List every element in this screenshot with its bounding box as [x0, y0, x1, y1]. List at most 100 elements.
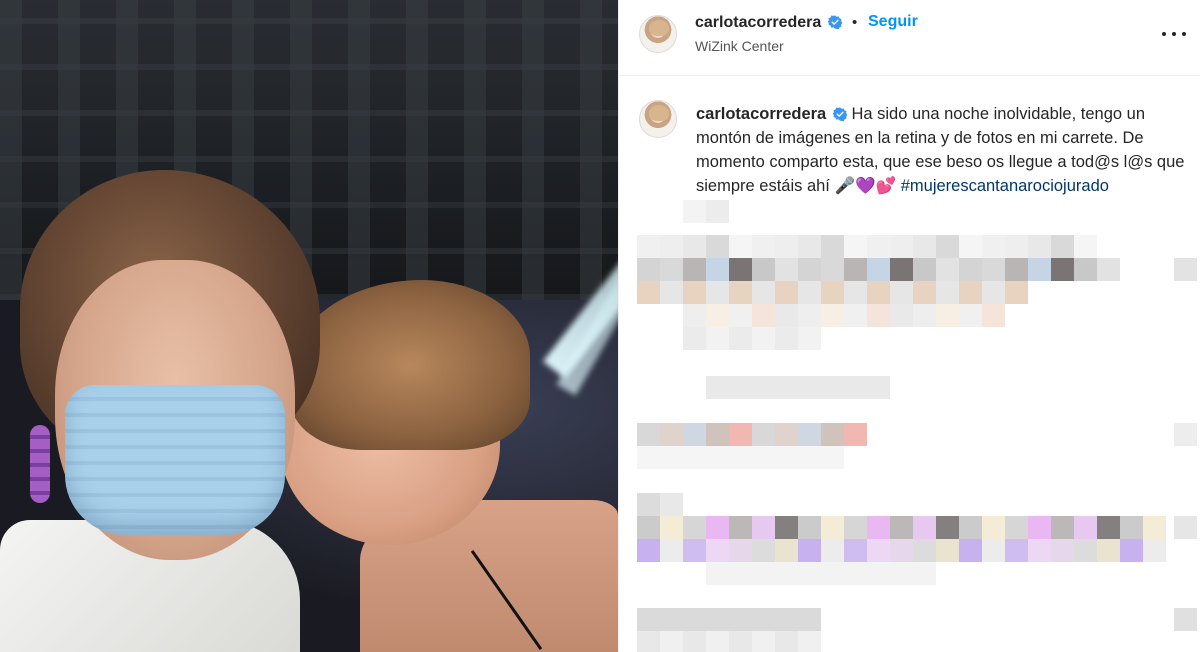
pixelated-block	[637, 608, 660, 631]
pixelated-block	[775, 235, 798, 258]
pixelated-block	[1051, 539, 1074, 562]
pixelated-block	[752, 281, 775, 304]
pixelated-block	[913, 304, 936, 327]
pixelated-block	[706, 608, 729, 631]
pixelated-block	[660, 608, 683, 631]
pixelated-block	[844, 539, 867, 562]
pixelated-block	[729, 608, 752, 631]
pixelated-block	[867, 258, 890, 281]
pixelated-block	[890, 304, 913, 327]
pixelated-block	[752, 423, 775, 446]
pixelated-block	[982, 539, 1005, 562]
pixelated-block	[1097, 258, 1120, 281]
pixelated-block	[752, 235, 775, 258]
pixelated-block	[890, 258, 913, 281]
pixelated-block	[729, 376, 752, 399]
pixelated-block	[821, 235, 844, 258]
pixelated-block	[821, 258, 844, 281]
pixelated-block	[729, 235, 752, 258]
pixelated-block	[867, 281, 890, 304]
pixelated-block	[683, 516, 706, 539]
pixelated-block	[660, 539, 683, 562]
pixelated-block	[683, 423, 706, 446]
pixelated-block	[775, 562, 798, 585]
pixelated-block	[867, 562, 890, 585]
pixelated-block	[821, 304, 844, 327]
pixelated-block	[821, 281, 844, 304]
pixelated-block	[982, 235, 1005, 258]
pixelated-block	[706, 562, 729, 585]
pixelated-block	[959, 235, 982, 258]
pixelated-block	[1051, 235, 1074, 258]
pixelated-block	[1005, 281, 1028, 304]
pixelated-block	[1143, 539, 1166, 562]
pixelated-block	[729, 281, 752, 304]
pixelated-block	[982, 258, 1005, 281]
caption-username[interactable]: carlotacorredera	[696, 105, 826, 123]
caption-hashtag[interactable]: #mujerescantanarociojurado	[901, 177, 1109, 195]
post-photo[interactable]	[0, 0, 618, 652]
pixelated-block	[660, 631, 683, 652]
pixelated-block	[775, 516, 798, 539]
pixelated-block	[1028, 516, 1051, 539]
pixelated-block	[890, 281, 913, 304]
pixelated-block	[752, 304, 775, 327]
pixelated-block	[798, 304, 821, 327]
pixelated-block	[867, 539, 890, 562]
pixelated-block	[982, 281, 1005, 304]
pixelated-block	[1074, 258, 1097, 281]
pixelated-block	[936, 539, 959, 562]
pixelated-block	[706, 235, 729, 258]
location-link[interactable]: WiZink Center	[695, 38, 784, 54]
pixelated-block	[775, 327, 798, 350]
pixelated-block	[844, 562, 867, 585]
pixelated-block	[775, 539, 798, 562]
pixelated-block	[683, 608, 706, 631]
pixelated-block	[913, 258, 936, 281]
pixelated-block	[729, 562, 752, 585]
pixelated-block	[1097, 516, 1120, 539]
pixelated-block	[936, 235, 959, 258]
pixelated-block	[729, 539, 752, 562]
pixelated-block	[775, 376, 798, 399]
pixelated-block	[798, 539, 821, 562]
pixelated-block	[729, 258, 752, 281]
avatar[interactable]	[639, 100, 677, 138]
pixelated-block	[637, 493, 660, 516]
more-options-icon[interactable]	[1162, 24, 1186, 44]
pixelated-block	[913, 562, 936, 585]
pixelated-block	[775, 631, 798, 652]
pixelated-block	[752, 327, 775, 350]
pixelated-block	[844, 235, 867, 258]
pixelated-block	[683, 235, 706, 258]
pixelated-block	[821, 446, 844, 469]
pixelated-block	[1174, 423, 1197, 446]
pixelated-block	[844, 281, 867, 304]
pixelated-block	[867, 376, 890, 399]
pixelated-block	[729, 516, 752, 539]
pixelated-block	[752, 446, 775, 469]
pixelated-block	[798, 235, 821, 258]
pixelated-block	[844, 423, 867, 446]
pixelated-block	[706, 516, 729, 539]
pixelated-block	[959, 516, 982, 539]
pixelated-block	[936, 304, 959, 327]
pixelated-block	[683, 281, 706, 304]
pixelated-block	[798, 327, 821, 350]
pixelated-block	[798, 281, 821, 304]
pixelated-block	[729, 631, 752, 652]
pixelated-block	[660, 446, 683, 469]
pixelated-block	[706, 258, 729, 281]
purple-earring	[30, 425, 50, 503]
pixelated-block	[1174, 608, 1197, 631]
pixelated-block	[959, 281, 982, 304]
header-username[interactable]: carlotacorredera	[695, 14, 821, 31]
follow-button[interactable]: Seguir	[868, 13, 918, 31]
avatar[interactable]	[639, 15, 677, 53]
pixelated-block	[660, 235, 683, 258]
pixelated-block	[660, 281, 683, 304]
pixelated-block	[752, 539, 775, 562]
pixelated-block	[1028, 258, 1051, 281]
pixelated-block	[637, 258, 660, 281]
pixelated-block	[798, 608, 821, 631]
